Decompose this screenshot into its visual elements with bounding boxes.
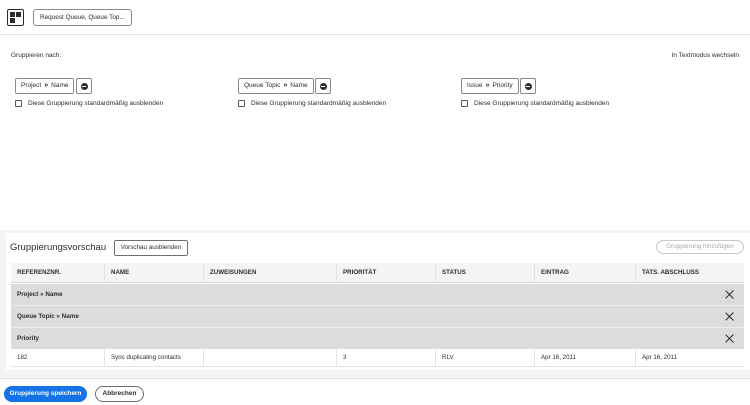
group-row: Priority	[11, 328, 744, 350]
view-title-button[interactable]: Request Queue, Queue Top...	[33, 9, 132, 26]
close-icon[interactable]	[725, 312, 734, 321]
column-header-ref[interactable]: REFERENZNR.	[11, 263, 105, 283]
remove-grouping-2-button[interactable]	[315, 78, 331, 94]
hide-preview-button[interactable]: Vorschau ausblenden	[114, 240, 188, 256]
cancel-button[interactable]: Abbrechen	[95, 386, 144, 402]
hide-by-default-1[interactable]: Diese Gruppierung standardmäßig ausblend…	[15, 100, 163, 108]
grouping-1-field[interactable]: Project» Name	[15, 78, 75, 94]
checkbox[interactable]	[238, 100, 245, 107]
minus-circle-icon	[319, 82, 327, 90]
group-row: Project » Name	[11, 284, 744, 306]
grid-app-icon[interactable]	[7, 9, 24, 26]
grouping-preview: Gruppierungsvorschau Vorschau ausblenden…	[6, 233, 750, 370]
remove-grouping-3-button[interactable]	[520, 78, 536, 94]
add-grouping-button: Gruppierung hinzufügen	[656, 240, 744, 254]
minus-circle-icon	[524, 82, 532, 90]
save-grouping-button[interactable]: Gruppierung speichern	[4, 386, 87, 402]
remove-grouping-1-button[interactable]	[76, 78, 92, 94]
group-row-label: Priority	[17, 335, 40, 342]
minus-circle-icon	[80, 82, 88, 90]
footer-bar: Gruppierung speichern Abbrechen	[0, 378, 750, 405]
preview-title: Gruppierungsvorschau	[10, 242, 107, 253]
column-header-priority[interactable]: PRIORITÄT	[337, 263, 436, 283]
cell-status: RLV	[436, 349, 535, 367]
grouping-editor: Request Queue, Queue Top... Gruppieren n…	[0, 0, 750, 230]
cell-assignments	[204, 349, 337, 367]
column-header-status[interactable]: STATUS	[436, 263, 535, 283]
divider	[0, 34, 750, 35]
checkbox[interactable]	[15, 100, 22, 107]
group-row-label: Project » Name	[17, 291, 63, 298]
column-header-entry[interactable]: EINTRAG	[535, 263, 636, 283]
group-row-label: Queue Topic » Name	[17, 313, 79, 320]
text-mode-link[interactable]: In Textmodus wechseln	[672, 52, 739, 59]
cell-entry: Apr 16, 2011	[535, 349, 636, 367]
table-row[interactable]: 182 Sync duplicating contacts 3 RLV Apr …	[11, 349, 744, 367]
group-row: Queue Topic » Name	[11, 306, 744, 328]
cell-actual-completion: Apr 16, 2011	[642, 354, 677, 361]
group-by-label: Gruppieren nach:	[11, 52, 62, 59]
cell-name: Sync duplicating contacts	[105, 349, 204, 367]
close-icon[interactable]	[725, 290, 734, 299]
table-header: REFERENZNR. NAME ZUWEISUNGEN PRIORITÄT S…	[11, 263, 744, 283]
checkbox[interactable]	[461, 100, 468, 107]
hide-by-default-2[interactable]: Diese Gruppierung standardmäßig ausblend…	[238, 100, 386, 108]
cell-ref: 182	[11, 349, 105, 367]
column-header-actual-completion[interactable]: TATS. ABSCHLUSS	[636, 263, 744, 283]
column-header-name[interactable]: NAME	[105, 263, 204, 283]
grouping-3-field[interactable]: Issue» Priority	[461, 78, 519, 94]
chevron-right-icon: »	[44, 82, 49, 89]
cell-priority: 3	[337, 349, 436, 367]
chevron-right-icon: »	[485, 82, 490, 89]
close-icon[interactable]	[725, 334, 734, 343]
chevron-right-icon: »	[283, 82, 288, 89]
column-header-assignments[interactable]: ZUWEISUNGEN	[204, 263, 337, 283]
hide-by-default-3[interactable]: Diese Gruppierung standardmäßig ausblend…	[461, 100, 609, 108]
grouping-2-field[interactable]: Queue Topic» Name	[238, 78, 314, 94]
